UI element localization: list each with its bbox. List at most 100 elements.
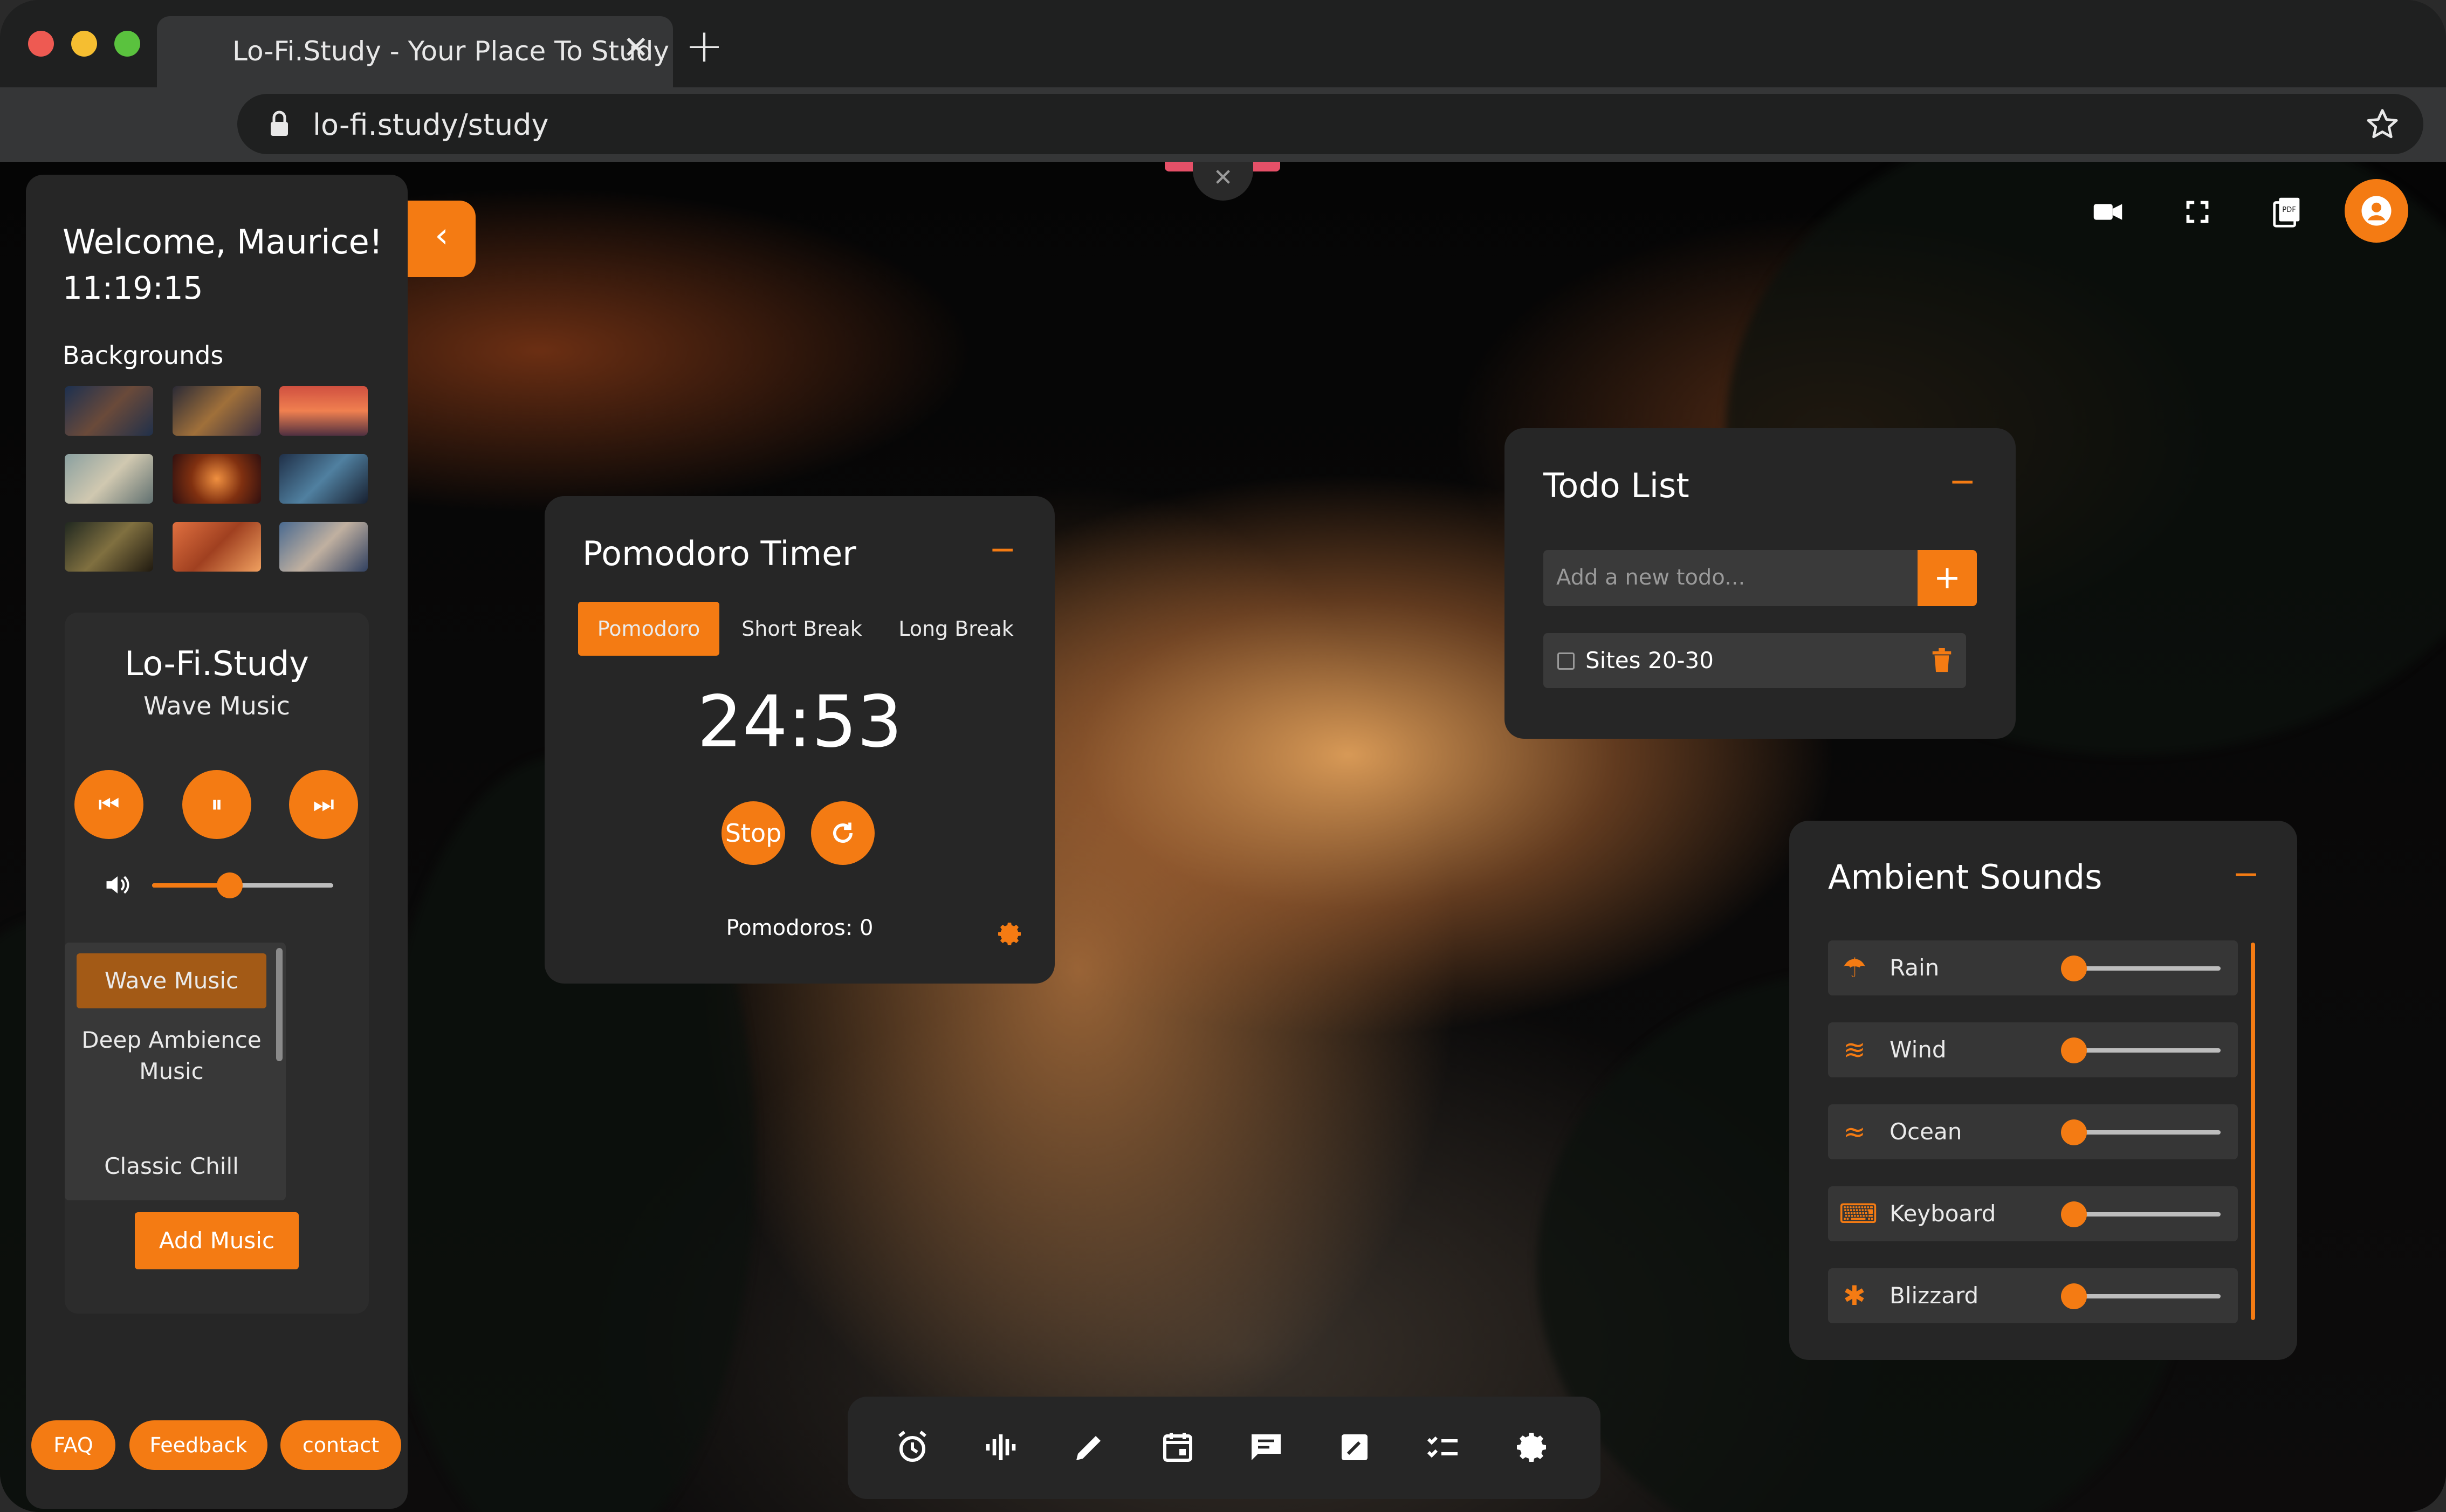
stop-button[interactable]: Stop bbox=[722, 801, 785, 865]
background-thumbnail[interactable] bbox=[65, 386, 153, 436]
video-camera-icon[interactable] bbox=[2089, 193, 2127, 231]
plus-icon: + bbox=[1933, 559, 1961, 596]
ambient-row-rain: ☂ Rain bbox=[1828, 940, 2238, 995]
collapse-sidebar-button[interactable]: ‹ bbox=[408, 201, 476, 277]
playlist-item[interactable]: Wave Music bbox=[77, 965, 266, 996]
audio-wave-icon[interactable] bbox=[981, 1428, 1020, 1467]
todo-widget: Todo List − Add a new todo... + Sites 20… bbox=[1504, 428, 2016, 739]
rain-volume-slider[interactable] bbox=[2061, 956, 2221, 981]
ocean-volume-slider[interactable] bbox=[2061, 1119, 2221, 1145]
ambient-label: Wind bbox=[1890, 1036, 1947, 1063]
contact-button[interactable]: contact bbox=[280, 1420, 401, 1470]
background-thumbnail[interactable] bbox=[173, 522, 261, 572]
background-thumbnail[interactable] bbox=[279, 386, 368, 436]
tab-pomodoro[interactable]: Pomodoro bbox=[578, 602, 719, 656]
background-thumbnail[interactable] bbox=[279, 454, 368, 504]
alarm-clock-icon[interactable] bbox=[893, 1428, 932, 1467]
trash-icon[interactable] bbox=[1929, 647, 1954, 674]
calendar-icon[interactable] bbox=[1158, 1428, 1197, 1467]
todo-item: Sites 20-30 bbox=[1543, 633, 1966, 688]
lock-icon bbox=[271, 111, 288, 136]
backgrounds-heading: Backgrounds bbox=[63, 341, 224, 370]
new-todo-input[interactable]: Add a new todo... bbox=[1543, 550, 1918, 606]
blizzard-volume-slider[interactable] bbox=[2061, 1283, 2221, 1309]
next-track-button[interactable]: ⏭ bbox=[289, 770, 358, 839]
user-icon bbox=[2361, 196, 2392, 226]
close-window-dot[interactable] bbox=[28, 31, 54, 57]
fullscreen-icon[interactable] bbox=[2179, 193, 2216, 231]
previous-track-button[interactable]: ⏮ bbox=[74, 770, 143, 839]
bookmark-star-icon[interactable] bbox=[2365, 107, 2400, 141]
ambient-label: Rain bbox=[1890, 954, 1940, 981]
address-bar[interactable]: lo-fi.study/study bbox=[237, 94, 2423, 154]
ambient-row-keyboard: ⌨ Keyboard bbox=[1828, 1186, 2238, 1241]
background-thumbnail[interactable] bbox=[173, 454, 261, 504]
slider-thumb[interactable] bbox=[2061, 956, 2087, 981]
tab-short-break[interactable]: Short Break bbox=[728, 602, 876, 656]
ambient-label: Blizzard bbox=[1890, 1282, 1979, 1309]
todo-checkbox[interactable] bbox=[1557, 652, 1575, 670]
faq-button[interactable]: FAQ bbox=[31, 1420, 115, 1470]
wind-volume-slider[interactable] bbox=[2061, 1037, 2221, 1063]
pause-button[interactable]: ⏸ bbox=[182, 770, 251, 839]
slider-thumb[interactable] bbox=[2061, 1037, 2087, 1063]
chevron-left-icon: ‹ bbox=[435, 216, 449, 256]
account-avatar[interactable] bbox=[2345, 179, 2408, 243]
tab-bar: Lo-Fi.Study - Your Place To Study ✕ + bbox=[0, 0, 2446, 87]
volume-icon bbox=[106, 876, 129, 894]
tab-long-break[interactable]: Long Break bbox=[882, 602, 1030, 656]
timer-display: 24:53 bbox=[697, 681, 903, 764]
slider-thumb[interactable] bbox=[2061, 1283, 2087, 1309]
ambient-scrollbar[interactable] bbox=[2251, 943, 2255, 1320]
minimize-pomodoro-icon[interactable]: − bbox=[989, 531, 1016, 568]
background-thumbnail[interactable] bbox=[65, 522, 153, 572]
ambient-row-wind: ≋ Wind bbox=[1828, 1022, 2238, 1077]
background-thumbnail[interactable] bbox=[173, 386, 261, 436]
minimize-window-dot[interactable] bbox=[71, 31, 97, 57]
minimize-todo-icon[interactable]: − bbox=[1949, 463, 1976, 500]
pomodoro-widget: Pomodoro Timer − Pomodoro Short Break Lo… bbox=[545, 496, 1055, 984]
feedback-button[interactable]: Feedback bbox=[129, 1420, 267, 1470]
reset-icon bbox=[833, 822, 853, 843]
keyboard-volume-slider[interactable] bbox=[2061, 1201, 2221, 1227]
clock-text: 11:19:15 bbox=[63, 270, 203, 306]
bottom-toolbar bbox=[848, 1397, 1600, 1499]
volume-slider[interactable] bbox=[152, 872, 333, 898]
ambient-label: Keyboard bbox=[1890, 1200, 1996, 1227]
playlist-scrollbar[interactable] bbox=[276, 948, 283, 1061]
minimize-ambient-icon[interactable]: − bbox=[2232, 855, 2259, 893]
player-title: Lo-Fi.Study bbox=[125, 644, 309, 683]
maximize-window-dot[interactable] bbox=[114, 31, 140, 57]
pencil-icon[interactable] bbox=[1070, 1428, 1109, 1467]
browser-tab[interactable]: Lo-Fi.Study - Your Place To Study ✕ bbox=[157, 16, 673, 87]
study-page: ✕ PDF Welcome, Maurice! 11:19:15 Backgro… bbox=[0, 162, 2446, 1512]
umbrella-icon: ☂ bbox=[1842, 952, 1867, 984]
add-todo-button[interactable]: + bbox=[1918, 550, 1977, 606]
todo-text: Sites 20-30 bbox=[1585, 647, 1714, 673]
close-tab-icon[interactable]: ✕ bbox=[623, 29, 649, 66]
settings-gear-icon[interactable] bbox=[1512, 1428, 1551, 1467]
slider-thumb[interactable] bbox=[2061, 1119, 2087, 1145]
playlist-item[interactable]: Deep Ambience Music bbox=[77, 1025, 266, 1087]
new-tab-button[interactable]: + bbox=[685, 23, 724, 69]
background-thumbnail[interactable] bbox=[279, 522, 368, 572]
checklist-icon[interactable] bbox=[1424, 1428, 1462, 1467]
volume-thumb[interactable] bbox=[217, 872, 243, 898]
chat-icon[interactable] bbox=[1247, 1428, 1286, 1467]
gear-icon[interactable] bbox=[994, 919, 1025, 949]
add-music-button[interactable]: Add Music bbox=[135, 1212, 299, 1269]
dismiss-icon[interactable]: ✕ bbox=[1193, 162, 1253, 201]
reset-button[interactable] bbox=[811, 801, 875, 865]
waves-icon: ≈ bbox=[1843, 1116, 1866, 1147]
slider-thumb[interactable] bbox=[2061, 1201, 2087, 1227]
wind-icon: ≋ bbox=[1843, 1034, 1866, 1066]
todo-title: Todo List bbox=[1543, 466, 1689, 505]
welcome-text: Welcome, Maurice! bbox=[63, 222, 383, 262]
background-thumbnail[interactable] bbox=[65, 454, 153, 504]
notes-icon[interactable] bbox=[1335, 1428, 1374, 1467]
player-subtitle: Wave Music bbox=[143, 691, 290, 720]
pdf-icon[interactable]: PDF bbox=[2268, 193, 2306, 231]
ambient-title: Ambient Sounds bbox=[1828, 857, 2103, 897]
playlist-item[interactable]: Classic Chill bbox=[77, 1151, 266, 1182]
svg-text:PDF: PDF bbox=[2282, 206, 2296, 214]
